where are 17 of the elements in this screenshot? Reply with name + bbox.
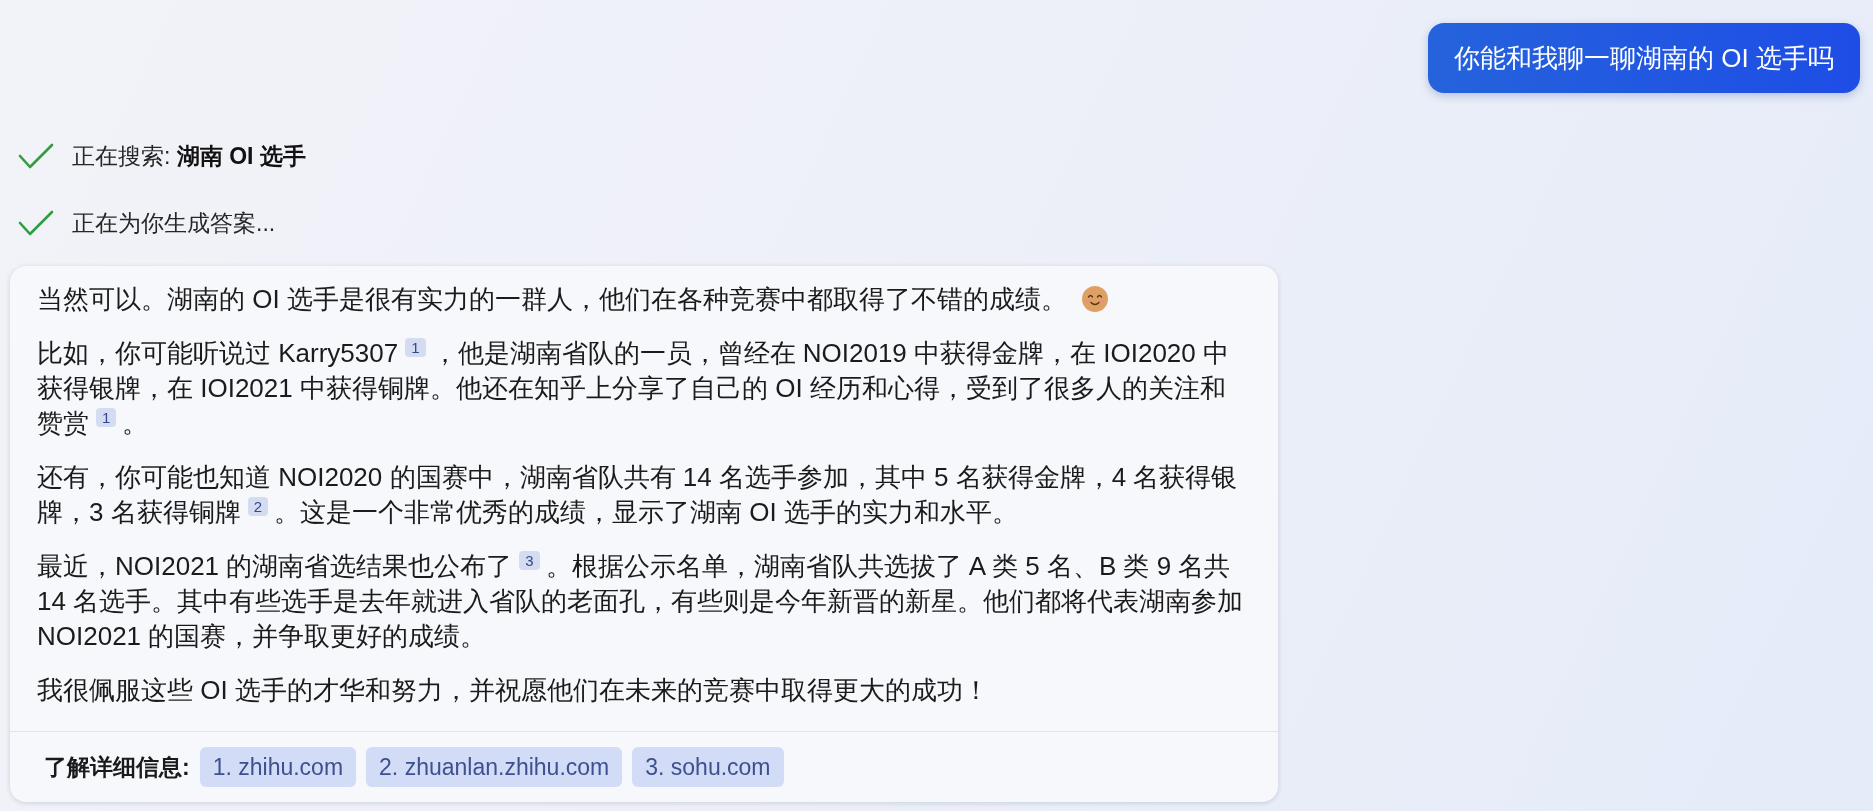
- answer-paragraph: 当然可以。湖南的 OI 选手是很有实力的一群人，他们在各种竞赛中都取得了不错的成绩。: [37, 282, 1244, 317]
- status-text: 正在搜索: 湖南 OI 选手: [72, 141, 306, 171]
- source-link[interactable]: 3. sohu.com: [632, 747, 784, 787]
- citation-link[interactable]: 2: [247, 497, 269, 516]
- citation-link[interactable]: 1: [405, 338, 426, 357]
- answer-paragraph: 我很佩服这些 OI 选手的才华和努力，并祝愿他们在未来的竞赛中取得更大的成功！: [37, 674, 990, 707]
- answer-paragraph: 比如，你可能听说过 Karry5307 1 ，他是湖南省队的一员，曾经在 NOI2019 中获得金牌，在 IOI2020 中获得银牌，在 IOI2021 中获得铜牌。他还在知乎上分享了自己的 OI 经历和心得，受到了很多人的关注和赞赏 1 。: [37, 337, 1230, 440]
- learn-more-label: 了解详细信息:: [44, 752, 190, 782]
- smiling-face-icon: [1082, 286, 1109, 312]
- answer-paragraph: 还有，你可能也知道 NOI2020 的国赛中，湖南省队共有 14 名选手参加，其中 5 名获得金牌，4 名获得银牌，3 名获得铜牌 2 。这是一个非常优秀的成绩，显示了湖南 OI 选手的实力和水平。: [37, 461, 1239, 529]
- source-link[interactable]: 2. zhuanlan.zhihu.com: [366, 747, 623, 787]
- source-link[interactable]: 1. zhihu.com: [199, 747, 357, 787]
- citation-link[interactable]: 1: [96, 408, 117, 427]
- answer-paragraph: 最近，NOI2021 的湖南省选结果也公布了 3 。根据公示名单，湖南省队共选拔了 A 类 5 名、B 类 9 名共 14 名选手。其中有些选手是去年就进入省队的老面孔，有些则是今年新晋的新星。他们都将代表湖南参加 NOI2021 的国赛，并争取更好的成绩。: [37, 550, 1244, 653]
- citation-link[interactable]: 3: [519, 551, 540, 570]
- status-text: 正在为你生成答案...: [72, 208, 276, 238]
- user-message-bubble: 你能和我聊一聊湖南的 OI 选手吗: [1428, 23, 1860, 93]
